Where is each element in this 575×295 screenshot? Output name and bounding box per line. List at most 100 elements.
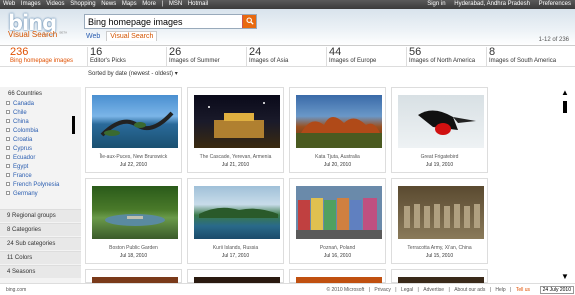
image-thumbnail[interactable] xyxy=(296,186,382,239)
kata-tjuta-picture xyxy=(296,116,382,148)
image-card[interactable]: Terracotta Army, Xi'an, China Jul 15, 20… xyxy=(391,178,488,264)
country-item[interactable]: Cyprus xyxy=(6,145,76,154)
result-count: 1-12 of 236 xyxy=(538,37,569,43)
image-card[interactable] xyxy=(85,269,182,284)
advertise-link[interactable]: Advertise xyxy=(423,287,444,293)
search-input[interactable] xyxy=(88,16,238,28)
checkbox[interactable] xyxy=(6,137,10,142)
image-thumbnail[interactable] xyxy=(92,95,178,148)
scroll-up-icon[interactable]: ▲ xyxy=(561,88,569,97)
image-card[interactable] xyxy=(391,269,488,284)
checkbox[interactable] xyxy=(6,101,10,106)
country-item[interactable]: Ecuador xyxy=(6,154,76,163)
sort-dropdown[interactable]: Sorted by date (newest - oldest) ▾ xyxy=(88,70,178,77)
tell-us-link[interactable]: Tell us xyxy=(516,287,530,293)
nav-msn[interactable]: MSN xyxy=(169,1,182,7)
country-item[interactable]: Canada xyxy=(6,100,76,109)
country-item[interactable]: Croatia xyxy=(6,136,76,145)
nav-news[interactable]: News xyxy=(101,1,116,7)
image-card[interactable] xyxy=(187,269,284,284)
legal-link[interactable]: Legal xyxy=(401,287,413,293)
image-date: Jul 15, 2010 xyxy=(425,253,454,259)
nav-shopping[interactable]: Shopping xyxy=(70,1,95,7)
footer-separator: | xyxy=(510,287,512,293)
visual-search-title[interactable]: Visual Search BETA xyxy=(8,30,67,39)
checkbox[interactable] xyxy=(6,146,10,151)
nav-images[interactable]: Images xyxy=(21,1,41,7)
countries-heading[interactable]: 66 Countries xyxy=(8,91,42,97)
filter-group-seasons[interactable]: 4 Seasons xyxy=(0,265,81,278)
checkbox[interactable] xyxy=(6,128,10,133)
country-label: Cyprus xyxy=(13,146,33,152)
checkbox[interactable] xyxy=(6,119,10,124)
image-thumbnail[interactable] xyxy=(92,186,178,239)
image-card[interactable]: Poznań, Poland Jul 16, 2010 xyxy=(289,178,386,264)
filter-group-categories[interactable]: 8 Categories xyxy=(0,223,81,236)
country-item[interactable]: Colombia xyxy=(6,127,76,136)
image-card[interactable]: Kurii Islands, Russia Jul 17, 2010 xyxy=(187,178,284,264)
country-item[interactable]: Chile xyxy=(6,109,76,118)
filter-group-colors[interactable]: 11 Colors xyxy=(0,251,81,264)
privacy-link[interactable]: Privacy xyxy=(374,287,390,293)
image-thumbnail[interactable] xyxy=(398,186,484,239)
category-summer[interactable]: 26 Images of Summer xyxy=(166,47,244,66)
image-caption: The Cascade, Yerevan, Armenia xyxy=(199,154,272,160)
country-item[interactable]: France xyxy=(6,172,76,181)
category-count: 16 xyxy=(90,46,103,58)
country-item[interactable]: French Polynesia xyxy=(6,181,76,190)
image-caption: Great Frigatebird xyxy=(420,154,459,160)
results-scrollbar[interactable]: ▲ ▼ xyxy=(559,87,571,283)
checkbox[interactable] xyxy=(6,110,10,115)
country-item[interactable]: Germany xyxy=(6,190,76,199)
filter-group-regional[interactable]: 9 Regional groups xyxy=(0,209,81,222)
footer-brand[interactable]: bing.com xyxy=(6,287,26,293)
country-item[interactable]: Egypt xyxy=(6,163,76,172)
image-thumbnail[interactable] xyxy=(194,95,280,148)
search-button[interactable] xyxy=(242,15,256,28)
checkbox[interactable] xyxy=(6,164,10,169)
country-list-scrollbar[interactable] xyxy=(72,116,75,134)
tab-visual-search[interactable]: Visual Search xyxy=(106,31,158,41)
help-link[interactable]: Help xyxy=(495,287,505,293)
nav-hotmail[interactable]: Hotmail xyxy=(188,1,208,7)
image-thumbnail[interactable] xyxy=(296,95,382,148)
checkbox[interactable] xyxy=(6,173,10,178)
tab-web[interactable]: Web xyxy=(86,33,100,40)
image-card[interactable]: Boston Public Garden Jul 18, 2010 xyxy=(85,178,182,264)
nav-web[interactable]: Web xyxy=(3,1,15,7)
image-date: Jul 21, 2010 xyxy=(221,162,250,168)
image-card[interactable]: The Cascade, Yerevan, Armenia Jul 21, 20… xyxy=(187,87,284,173)
image-card[interactable]: Kata Tjuta, Australia Jul 20, 2010 xyxy=(289,87,386,173)
checkbox[interactable] xyxy=(6,182,10,187)
image-card[interactable]: Île-aux-Puces, New Brunswick Jul 22, 201… xyxy=(85,87,182,173)
nav-maps[interactable]: Maps xyxy=(122,1,137,7)
category-bing-homepage[interactable]: 236 Bing homepage images xyxy=(8,47,86,66)
category-asia[interactable]: 24 Images of Asia xyxy=(246,47,324,66)
sign-in-link[interactable]: Sign in xyxy=(427,1,445,7)
image-card[interactable]: Great Frigatebird Jul 19, 2010 xyxy=(391,87,488,173)
footer-separator: | xyxy=(489,287,492,293)
scroll-down-icon[interactable]: ▼ xyxy=(561,272,569,281)
category-strip: 236 Bing homepage images 16 Editor's Picks… xyxy=(0,45,575,67)
preferences-link[interactable]: Preferences xyxy=(539,1,571,7)
image-card[interactable] xyxy=(289,269,386,284)
image-thumbnail[interactable] xyxy=(398,95,484,148)
image-thumbnail[interactable] xyxy=(194,186,280,239)
filter-sidebar: 66 Countries Canada Chile China Colombia… xyxy=(0,87,81,283)
category-south-america[interactable]: 8 Images of South America xyxy=(486,47,566,66)
location-link[interactable]: Hyderabad, Andhra Pradesh xyxy=(454,1,530,7)
cascade-night-picture xyxy=(208,102,265,138)
nav-more[interactable]: More xyxy=(142,1,156,7)
nav-videos[interactable]: Videos xyxy=(46,1,64,7)
category-editors-picks[interactable]: 16 Editor's Picks xyxy=(87,47,165,66)
filter-group-sub-categories[interactable]: 24 Sub categories xyxy=(0,237,81,250)
category-europe[interactable]: 44 Images of Europe xyxy=(326,47,404,66)
scroll-thumb[interactable] xyxy=(563,101,567,113)
country-item[interactable]: China xyxy=(6,118,76,127)
checkbox[interactable] xyxy=(6,155,10,160)
checkbox[interactable] xyxy=(6,191,10,196)
about-ads-link[interactable]: About our ads xyxy=(454,287,485,293)
country-label: Colombia xyxy=(13,128,39,134)
category-north-america[interactable]: 56 Images of North America xyxy=(406,47,484,66)
country-label: China xyxy=(13,119,29,125)
